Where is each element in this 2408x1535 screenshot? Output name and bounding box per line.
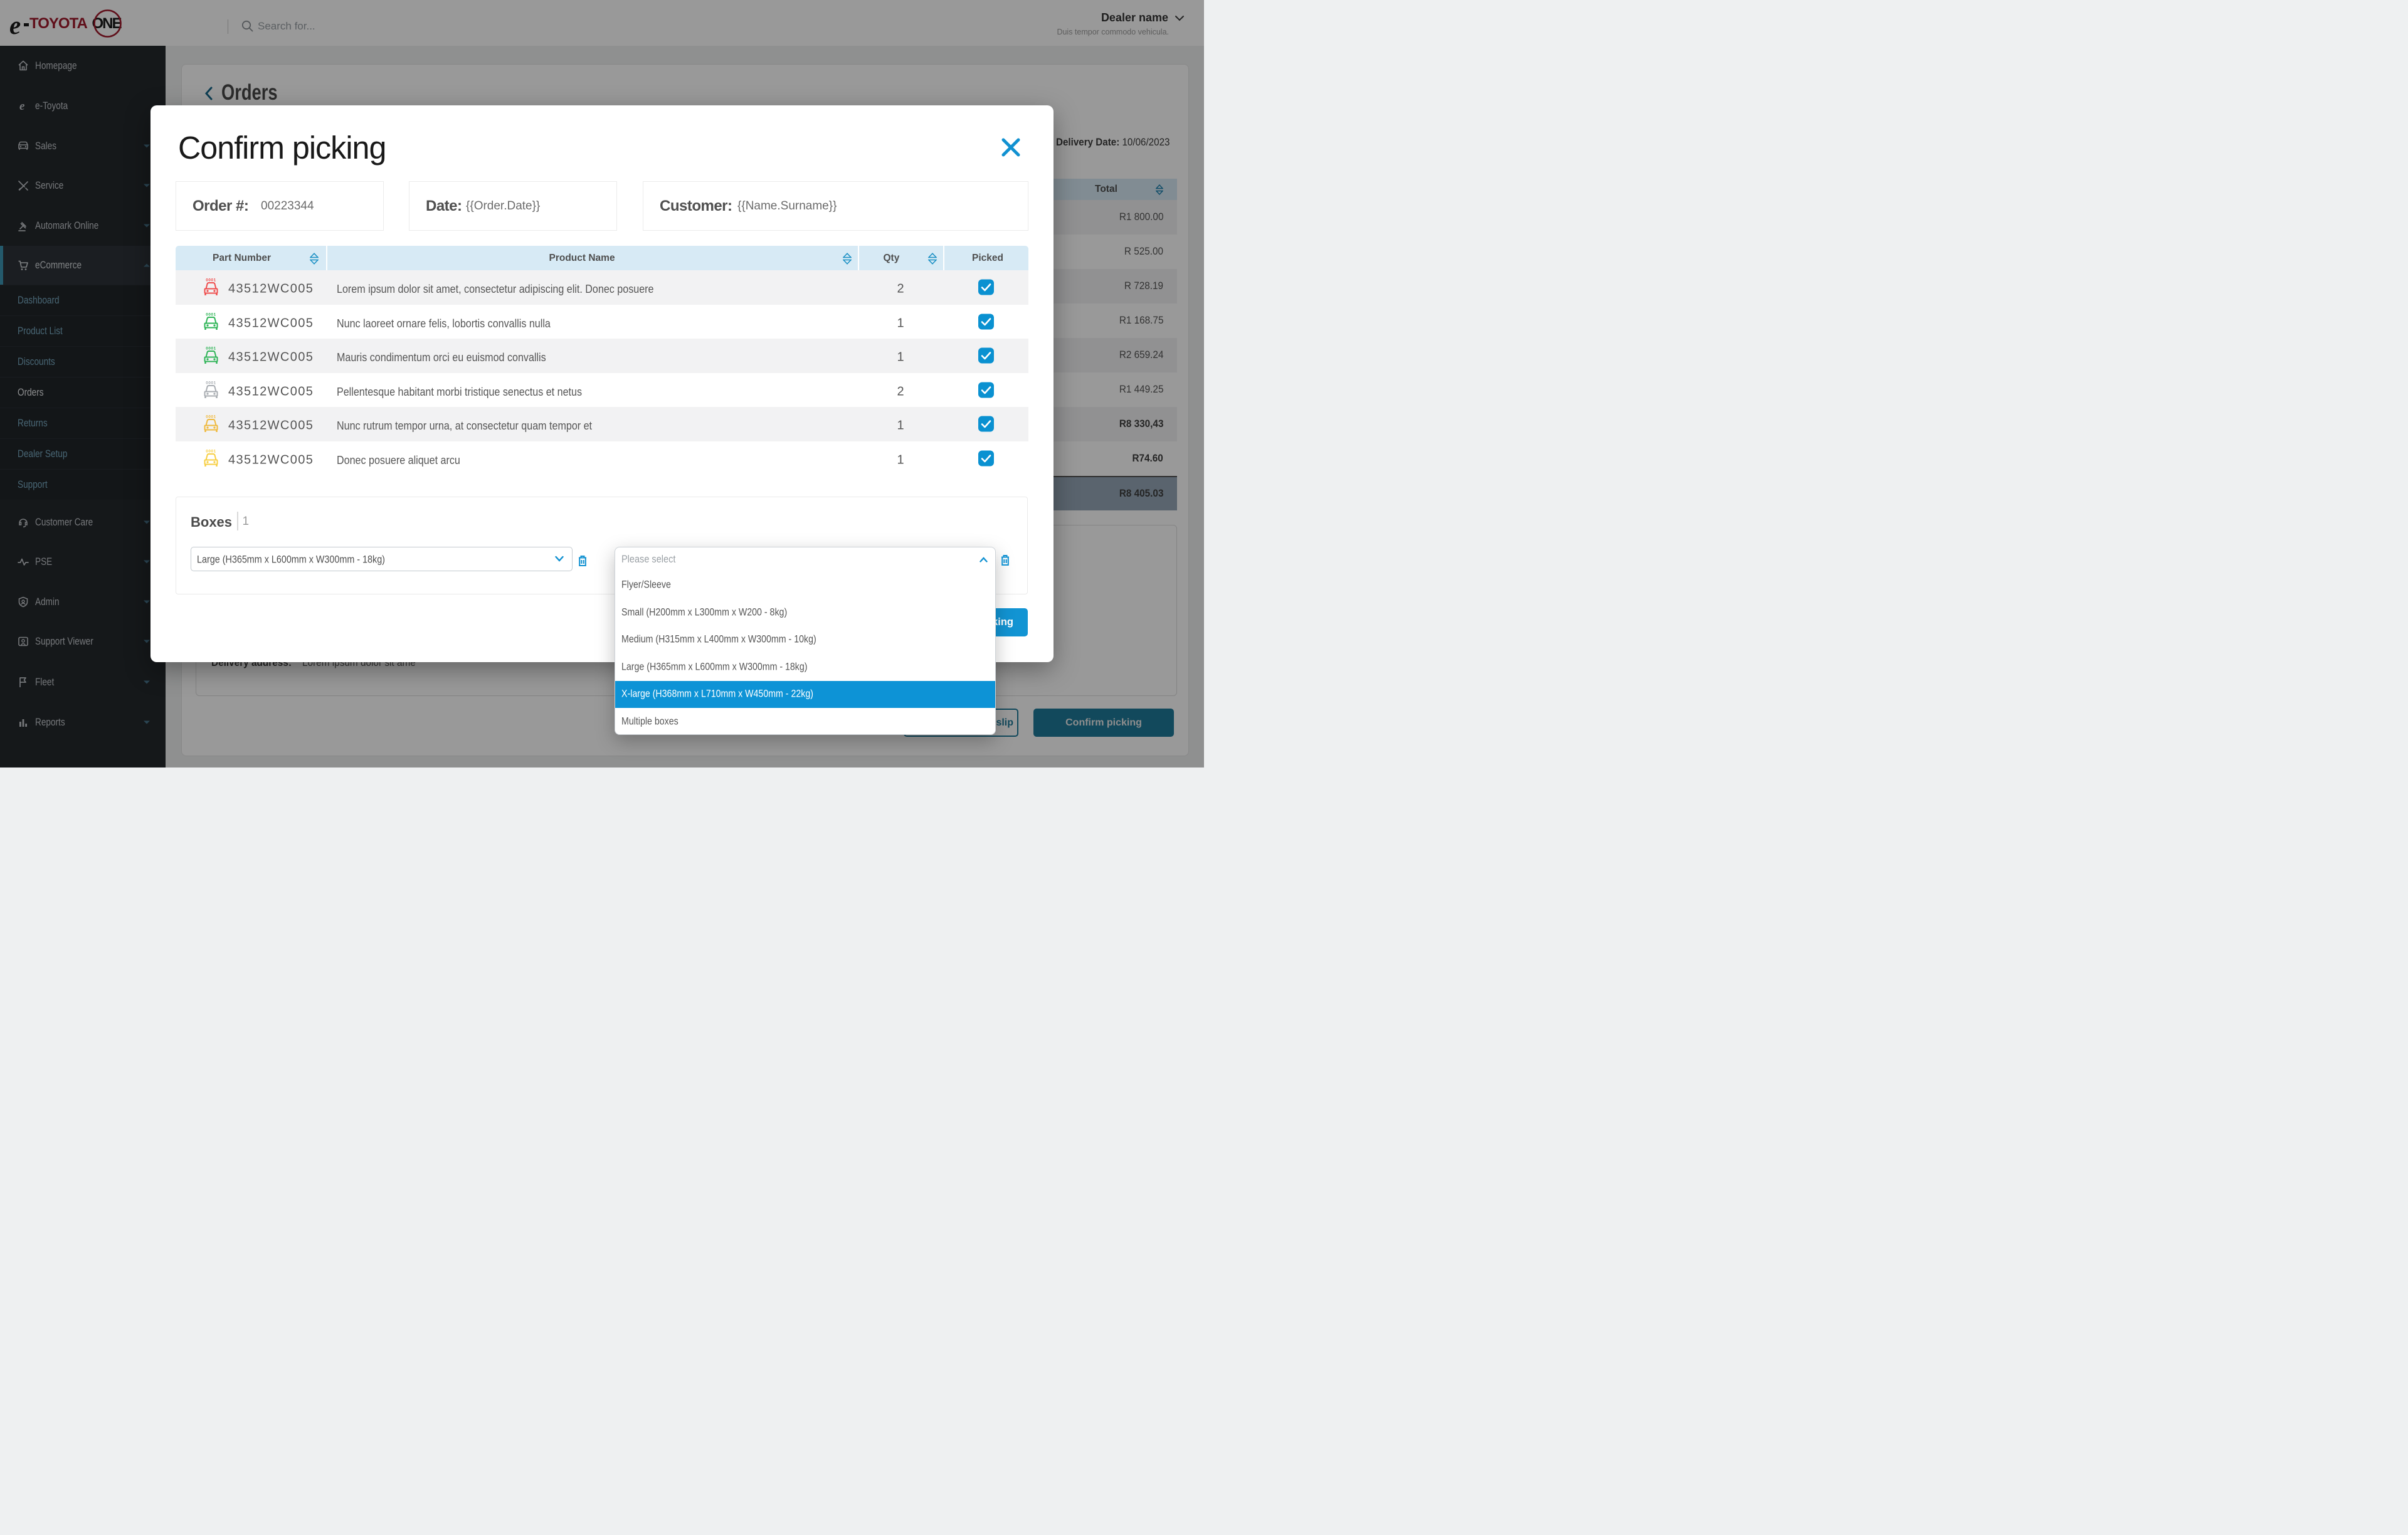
- svg-text:0001: 0001: [206, 312, 216, 317]
- svg-text:0001: 0001: [206, 415, 216, 419]
- svg-text:0001: 0001: [206, 347, 216, 351]
- svg-text:0001: 0001: [206, 278, 216, 283]
- svg-text:0001: 0001: [206, 449, 216, 453]
- svg-text:0001: 0001: [206, 381, 216, 385]
